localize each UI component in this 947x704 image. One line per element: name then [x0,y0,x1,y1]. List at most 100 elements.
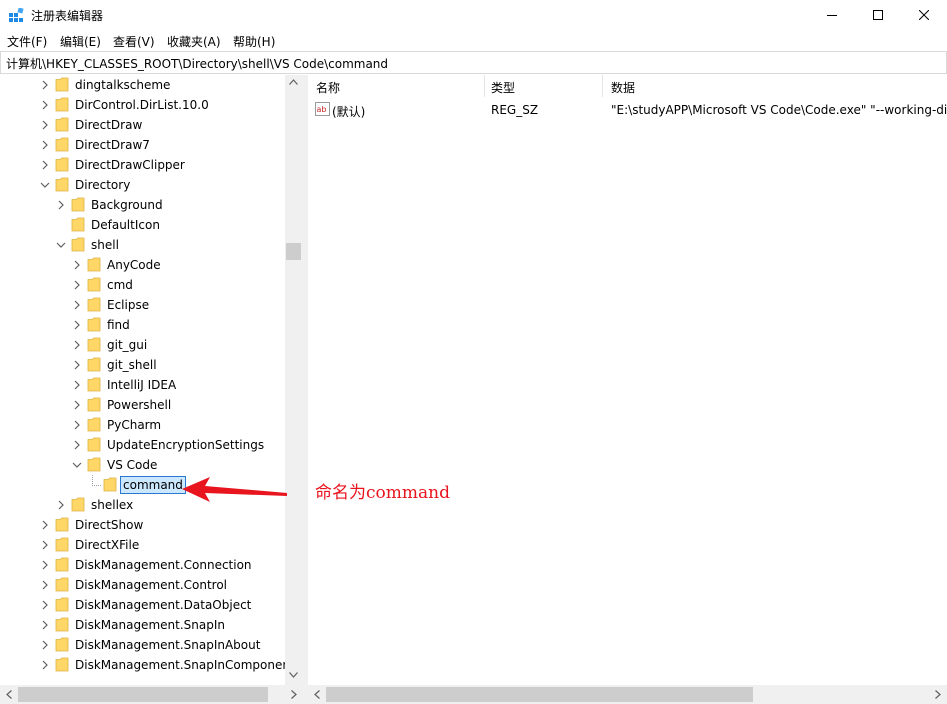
chevron-right-icon[interactable] [40,140,50,150]
minimize-button[interactable] [809,0,855,30]
tree-item[interactable]: DiskManagement.DataObject [0,595,285,615]
tree-item[interactable]: find [0,315,285,335]
menu-help[interactable]: 帮助(H) [233,33,275,50]
tree-item[interactable]: DirectXFile [0,535,285,555]
chevron-right-icon[interactable] [72,380,82,390]
tree-item[interactable]: DiskManagement.SnapInAbout [0,635,285,655]
tree-item[interactable]: IntelliJ IDEA [0,375,285,395]
annotation-arrow [182,477,287,502]
tree-item[interactable]: DirectShow [0,515,285,535]
chevron-down-icon[interactable] [56,240,66,250]
chevron-right-icon[interactable] [56,500,66,510]
tree-horizontal-scrollbar[interactable] [0,685,302,704]
scroll-left-icon[interactable] [6,690,12,699]
tree-item[interactable]: Eclipse [0,295,285,315]
tree-item[interactable]: PyCharm [0,415,285,435]
tree-item-label: Background [91,198,163,212]
scroll-right-icon[interactable] [935,690,941,699]
tree-item[interactable]: DiskManagement.Control [0,575,285,595]
tree-item-label: dingtalkscheme [75,78,171,92]
chevron-right-icon[interactable] [72,300,82,310]
tree-item-label: DirectXFile [75,538,140,552]
chevron-right-icon[interactable] [40,560,50,570]
column-header-data[interactable]: 数据 [603,75,947,97]
tree-item[interactable]: git_shell [0,355,285,375]
tree-item-label: AnyCode [107,258,161,272]
tree-scroll-thumb[interactable] [286,243,301,260]
chevron-right-icon[interactable] [40,600,50,610]
folder-icon [55,517,69,532]
tree-item[interactable]: Background [0,195,285,215]
tree-item[interactable]: DiskManagement.SnapIn [0,615,285,635]
menu-edit[interactable]: 编辑(E) [60,33,101,50]
tree-item[interactable]: UpdateEncryptionSettings [0,435,285,455]
chevron-right-icon[interactable] [40,160,50,170]
menu-view[interactable]: 查看(V) [113,33,155,50]
chevron-down-icon[interactable] [72,460,82,470]
tree-rename-input[interactable]: command [120,476,186,494]
column-header-type[interactable]: 类型 [483,75,603,97]
column-header-name[interactable]: 名称 [308,75,484,97]
list-hscroll-thumb[interactable] [326,687,753,702]
maximize-button[interactable] [855,0,901,30]
tree-item[interactable]: DirectDraw [0,115,285,135]
scroll-up-icon[interactable] [289,79,298,85]
chevron-right-icon[interactable] [72,420,82,430]
scroll-right-icon[interactable] [291,690,297,699]
tree-item-label: DiskManagement.Control [75,578,228,592]
chevron-right-icon[interactable] [40,580,50,590]
tree-hscroll-thumb[interactable] [18,687,268,702]
chevron-right-icon[interactable] [40,520,50,530]
folder-icon [71,197,85,212]
chevron-right-icon[interactable] [72,440,82,450]
chevron-right-icon[interactable] [40,540,50,550]
folder-icon [87,417,101,432]
chevron-right-icon[interactable] [40,80,50,90]
tree-item-label: find [107,318,130,332]
tree-item[interactable]: DirControl.DirList.10.0 [0,95,285,115]
folder-icon [87,377,101,392]
scroll-down-icon[interactable] [289,672,298,678]
tree-item[interactable]: shell [0,235,285,255]
address-bar[interactable]: 计算机\HKEY_CLASSES_ROOT\Directory\shell\VS… [0,51,947,74]
tree-item[interactable]: DirectDrawClipper [0,155,285,175]
chevron-right-icon[interactable] [56,200,66,210]
close-button[interactable] [901,0,947,30]
tree-vertical-scrollbar[interactable] [285,75,302,685]
chevron-right-icon[interactable] [72,400,82,410]
tree-item[interactable]: git_gui [0,335,285,355]
chevron-right-icon[interactable] [72,260,82,270]
folder-icon [103,477,117,492]
tree-item[interactable]: Directory [0,175,285,195]
scroll-left-icon[interactable] [314,690,320,699]
menu-favorites[interactable]: 收藏夹(A) [167,33,221,50]
folder-icon [87,397,101,412]
tree-item[interactable]: AnyCode [0,255,285,275]
tree-item[interactable]: DiskManagement.Connection [0,555,285,575]
chevron-right-icon[interactable] [72,360,82,370]
chevron-right-icon[interactable] [40,640,50,650]
chevron-right-icon[interactable] [72,340,82,350]
value-name: (默认) [332,105,366,119]
menu-file[interactable]: 文件(F) [7,33,47,50]
tree-item[interactable]: VS Code [0,455,285,475]
tree-item[interactable]: Powershell [0,395,285,415]
folder-icon [55,537,69,552]
chevron-right-icon[interactable] [40,620,50,630]
folder-icon [55,577,69,592]
tree-item[interactable]: dingtalkscheme [0,75,285,95]
folder-icon [87,277,101,292]
tree-item[interactable]: DirectDraw7 [0,135,285,155]
tree-item[interactable]: DefaultIcon [0,215,285,235]
tree-item[interactable]: DiskManagement.SnapInComponen [0,655,290,675]
maximize-icon [873,10,883,20]
chevron-right-icon[interactable] [72,280,82,290]
tree-item[interactable]: cmd [0,275,285,295]
chevron-right-icon[interactable] [72,320,82,330]
chevron-down-icon[interactable] [40,180,50,190]
chevron-right-icon[interactable] [40,100,50,110]
tree-item-label: DirectDraw7 [75,138,150,152]
chevron-right-icon[interactable] [40,120,50,130]
chevron-right-icon[interactable] [40,660,50,670]
list-horizontal-scrollbar[interactable] [308,685,947,704]
